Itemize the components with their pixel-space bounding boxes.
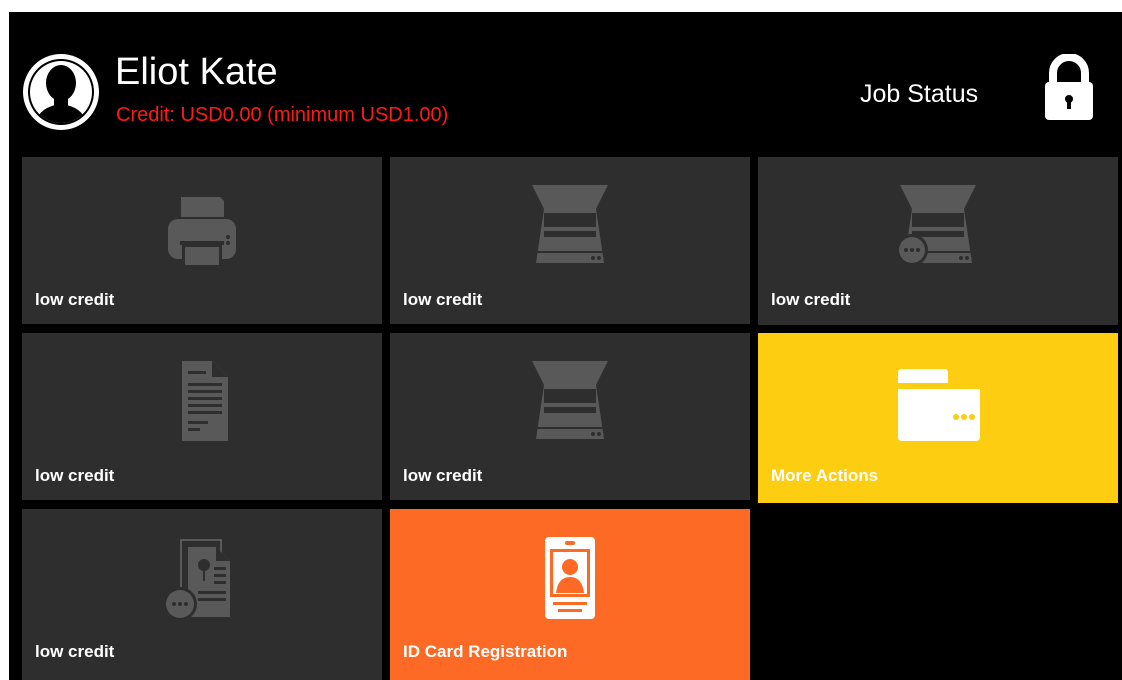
tile-more-actions[interactable]: More Actions <box>758 333 1118 503</box>
scanner-icon <box>532 185 608 263</box>
tile-label: More Actions <box>771 466 879 485</box>
tile-document[interactable]: low credit <box>22 333 382 500</box>
tile-label: low credit <box>35 466 115 485</box>
tile-label: ID Card Registration <box>403 642 568 661</box>
tile-label: low credit <box>403 290 483 309</box>
header: Eliot Kate Credit: USD0.00 (minimum USD1… <box>9 12 1122 157</box>
job-status-link[interactable]: Job Status <box>860 79 978 109</box>
user-name: Eliot Kate <box>115 51 278 93</box>
tile-label: low credit <box>35 642 115 661</box>
credit-text: Credit: USD0.00 (minimum USD1.00) <box>116 104 449 126</box>
tile-copy-more[interactable]: low credit <box>22 509 382 680</box>
tile-scan[interactable]: low credit <box>390 157 750 324</box>
user-avatar-icon <box>23 54 99 130</box>
scanner-icon <box>532 361 608 439</box>
scanner-more-icon <box>896 185 976 266</box>
document-icon <box>182 361 228 441</box>
tile-scan-2[interactable]: low credit <box>390 333 750 500</box>
lock-icon[interactable] <box>1043 54 1095 122</box>
tile-print[interactable]: low credit <box>22 157 382 324</box>
tile-scan-more[interactable]: low credit <box>758 157 1118 325</box>
tile-label: low credit <box>403 466 483 485</box>
screen: Eliot Kate Credit: USD0.00 (minimum USD1… <box>9 12 1122 680</box>
tile-id-card-registration[interactable]: ID Card Registration <box>390 509 750 680</box>
tile-label: low credit <box>771 290 851 309</box>
printer-icon <box>168 197 236 267</box>
tile-label: low credit <box>35 290 115 309</box>
copy-more-icon <box>163 539 230 621</box>
folder-more-icon <box>898 369 980 441</box>
id-card-icon <box>545 537 595 619</box>
